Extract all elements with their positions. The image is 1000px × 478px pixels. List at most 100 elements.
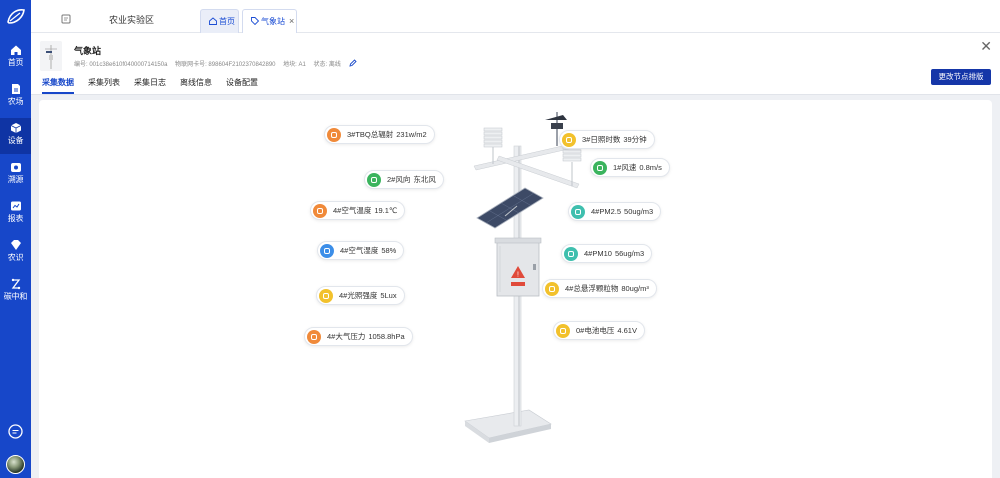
sensor-name: 4#PM10 <box>584 249 612 258</box>
sidebar-item-label: 农识 <box>7 253 24 262</box>
subtab-collect-list[interactable]: 采集列表 <box>88 77 120 94</box>
topbar: 农业实验区 ▼ 首页 气象站 × <box>31 0 1000 33</box>
tab-label: 首页 <box>219 17 235 26</box>
sensor-sunshine-hours[interactable]: 3#日照时数 39分钟 <box>559 130 655 149</box>
pm10-icon <box>564 247 578 261</box>
sidebar-item-trace[interactable]: 溯源 <box>0 157 31 193</box>
sun-icon <box>562 133 576 147</box>
sensor-pm10[interactable]: 4#PM10 56ug/m3 <box>561 244 653 263</box>
sidebar: 首页 农场 设备 溯源 报表 农识 碳中和 <box>0 0 31 478</box>
sidebar-item-knowledge[interactable]: 农识 <box>0 235 31 271</box>
sensor-value: 5Lux <box>380 291 397 300</box>
sensor-name: 2#风向 <box>387 175 411 184</box>
sensor-name: 4#总悬浮颗粒物 <box>565 284 619 293</box>
home-icon <box>209 17 217 25</box>
sensor-name: 3#TBQ总辐射 <box>347 130 394 139</box>
tag-icon <box>251 17 259 25</box>
sensor-wind-speed[interactable]: 1#风速 0.8m/s <box>590 158 670 177</box>
wind-direction-icon <box>367 173 381 187</box>
sidebar-item-label: 溯源 <box>7 175 24 184</box>
sensor-value: 4.61V <box>617 326 637 335</box>
farm-location-icon <box>61 14 71 24</box>
sensor-value: 231w/m2 <box>396 130 427 139</box>
humidity-icon <box>320 244 334 258</box>
sensor-air-pressure[interactable]: 4#大气压力 1058.8hPa <box>304 327 413 346</box>
device-code: 编号: 001c38e610f040000714150a <box>74 62 168 68</box>
sensor-pm25[interactable]: 4#PM2.5 50ug/m3 <box>568 202 662 221</box>
report-icon <box>10 201 21 211</box>
sensor-air-temperature[interactable]: 4#空气温度 19.1℃ <box>310 201 406 220</box>
main-card: ! 3#TBQ总辐射 231w/m2 2#风向 东北风 4#空气温度 19.1℃ 4#… <box>39 100 992 478</box>
sidebar-item-farm[interactable]: 农场 <box>0 79 31 115</box>
sidebar-item-report[interactable]: 报表 <box>0 196 31 232</box>
sensor-value: 56ug/m3 <box>614 249 645 258</box>
device-plot: 地块: A1 <box>283 62 306 68</box>
sun-icon <box>319 289 333 303</box>
radiation-icon <box>327 128 341 142</box>
sensor-wind-direction[interactable]: 2#风向 东北风 <box>364 170 444 189</box>
sensor-air-humidity[interactable]: 4#空气湿度 58% <box>317 241 405 260</box>
logo-icon <box>7 9 25 24</box>
home-icon <box>10 45 21 55</box>
sensor-name: 4#光照强度 <box>339 291 378 300</box>
farm-select-value: 农业实验区 <box>109 15 155 25</box>
sensor-battery-voltage[interactable]: 0#电池电压 4.61V <box>553 321 645 340</box>
sensor-name: 4#空气温度 <box>333 206 372 215</box>
device-meta: 编号: 001c38e610f040000714150a 物联网卡号: 8986… <box>74 59 357 68</box>
divider <box>31 94 1000 95</box>
sidebar-item-carbon[interactable]: 碳中和 <box>0 274 31 310</box>
thermometer-icon <box>313 204 327 218</box>
sidebar-item-label: 首页 <box>7 58 24 67</box>
svg-text:!: ! <box>517 272 519 279</box>
avatar[interactable] <box>6 455 25 474</box>
device-icon <box>10 123 21 133</box>
close-icon[interactable]: ✕ <box>980 39 992 53</box>
device-status: 状态: 离线 <box>313 62 341 68</box>
sidebar-item-label: 设备 <box>7 136 24 145</box>
tab-label: 气象站 <box>261 17 285 26</box>
particulate-icon <box>545 282 559 296</box>
sensor-name: 4#空气湿度 <box>340 246 379 255</box>
sensor-illuminance[interactable]: 4#光照强度 5Lux <box>316 286 405 305</box>
sensor-value: 1058.8hPa <box>368 332 405 341</box>
sensor-tsp[interactable]: 4#总悬浮颗粒物 80ug/m³ <box>542 279 657 298</box>
sensor-value: 0.8m/s <box>639 163 662 172</box>
subtab-device-config[interactable]: 设备配置 <box>226 77 258 94</box>
subtab-offline-info[interactable]: 离线信息 <box>180 77 212 94</box>
sensor-value: 80ug/m³ <box>621 284 649 293</box>
carbon-icon <box>11 278 20 290</box>
close-icon[interactable]: × <box>289 16 294 26</box>
subtab-collect-data[interactable]: 采集数据 <box>42 77 74 94</box>
sidebar-item-home[interactable]: 首页 <box>0 40 31 76</box>
tab-home[interactable]: 首页 <box>200 9 239 33</box>
wind-speed-icon <box>593 161 607 175</box>
sidebar-item-label: 农场 <box>7 97 24 106</box>
sensor-value: 39分钟 <box>623 135 647 144</box>
subtab-collect-log[interactable]: 采集日志 <box>134 77 166 94</box>
sensor-name: 4#大气压力 <box>327 332 366 341</box>
chat-icon[interactable] <box>8 424 23 439</box>
sensor-name: 4#PM2.5 <box>591 207 622 216</box>
tab-weather-station[interactable]: 气象站 × <box>242 9 297 33</box>
device-name: 气象站 <box>74 46 102 56</box>
sensor-name: 0#电池电压 <box>576 326 615 335</box>
knowledge-icon <box>10 240 21 250</box>
trace-icon <box>10 163 21 172</box>
reorder-nodes-button[interactable]: 更改节点排版 <box>931 69 991 85</box>
sensor-value: 东北风 <box>413 175 436 184</box>
edit-icon[interactable] <box>348 59 357 67</box>
sensor-name: 3#日照时数 <box>582 135 621 144</box>
device-header: 气象站 编号: 001c38e610f040000714150a 物联网卡号: … <box>31 33 1000 94</box>
sensor-value: 50ug/m3 <box>624 207 654 216</box>
sensor-value: 58% <box>381 246 397 255</box>
device-iot-card: 物联网卡号: 898604F2102370842890 <box>175 62 276 68</box>
pm25-icon <box>571 205 585 219</box>
farm-icon <box>11 84 20 94</box>
sidebar-item-label: 碳中和 <box>3 292 28 301</box>
sensor-total-radiation[interactable]: 3#TBQ总辐射 231w/m2 <box>324 125 435 144</box>
sidebar-item-device[interactable]: 设备 <box>0 118 31 154</box>
farm-select[interactable]: 农业实验区 ▼ <box>61 12 206 28</box>
pressure-icon <box>307 330 321 344</box>
battery-icon <box>556 324 570 338</box>
sidebar-item-label: 报表 <box>7 214 24 223</box>
